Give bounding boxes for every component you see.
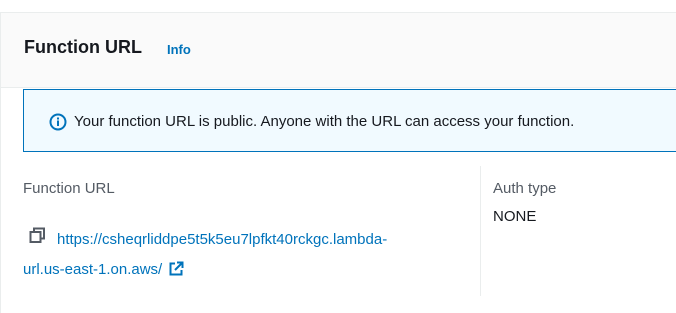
info-circle-icon xyxy=(49,113,67,131)
alert-message: Your function URL is public. Anyone with… xyxy=(74,113,575,130)
panel-title: Function URL xyxy=(24,37,142,57)
info-link[interactable]: Info xyxy=(167,42,191,57)
auth-type-column: Auth type NONE xyxy=(480,166,676,296)
auth-type-value: NONE xyxy=(493,208,537,225)
function-url-link[interactable]: https://csheqrliddpe5t5k5eu7lpfkt40rckgc… xyxy=(23,225,457,278)
function-url-line-1: https://csheqrliddpe5t5k5eu7lpfkt40rckgc… xyxy=(57,231,388,248)
function-url-label: Function URL xyxy=(23,180,115,197)
function-url-column: Function URL https://csheqrliddpe5t5k5eu… xyxy=(23,180,463,278)
public-url-alert: Your function URL is public. Anyone with… xyxy=(23,89,676,152)
function-url-line-2: url.us-east-1.on.aws/ xyxy=(23,255,184,285)
auth-type-label: Auth type xyxy=(493,180,557,197)
panel-header: Function URL Info xyxy=(1,13,676,88)
external-link-icon xyxy=(168,258,184,276)
function-url-line-2-text: url.us-east-1.on.aws/ xyxy=(23,261,163,278)
copy-icon[interactable] xyxy=(29,227,46,244)
